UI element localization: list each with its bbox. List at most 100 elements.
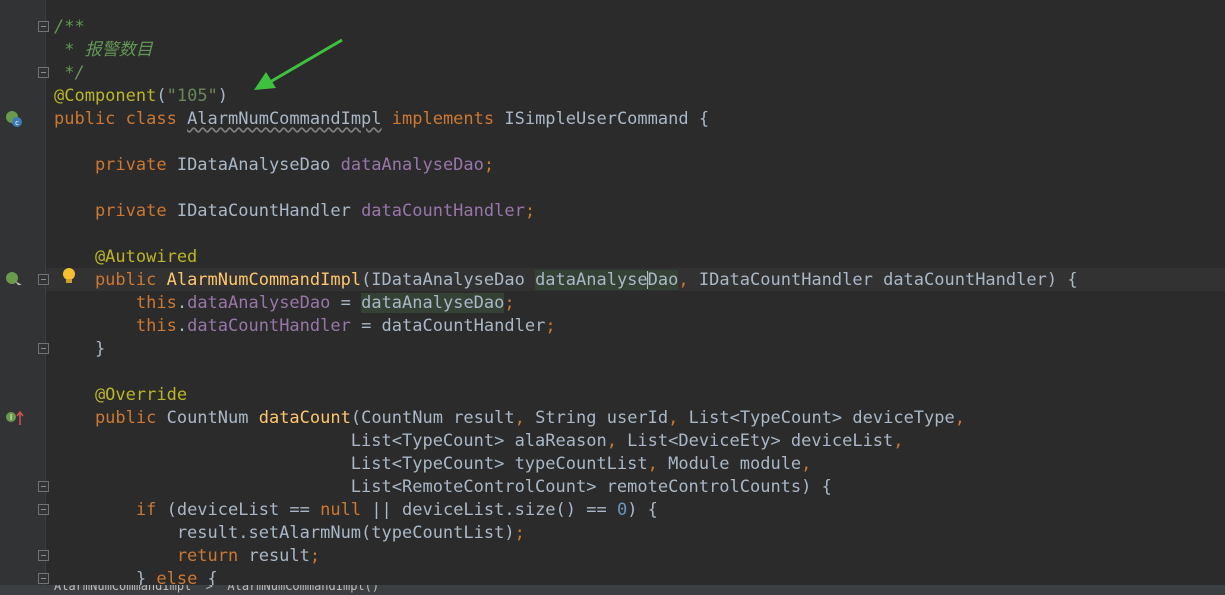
spring-bean-icon[interactable]: c [5, 110, 23, 128]
code-token: dataAnalyseDao [361, 293, 505, 313]
code-token: this [54, 316, 177, 336]
code-token: implements [381, 109, 505, 129]
code-token: AlarmNumCommandImpl [187, 109, 382, 129]
code-token: ; [524, 201, 536, 221]
code-token: (CountNum result [350, 408, 515, 428]
code-token: @Component [54, 86, 157, 106]
code-token: . [176, 316, 188, 336]
code-token: , [514, 408, 536, 428]
breadcrumb[interactable]: AlarmNumCommandImpl > AlarmNumCommandImp… [54, 585, 379, 593]
code-token: @Override [54, 385, 188, 405]
fold-icon[interactable] [38, 343, 49, 354]
code-token: public [54, 270, 167, 290]
code-line[interactable]: List<TypeCount> typeCountList, Module mo… [54, 453, 1225, 476]
code-token: 0 [616, 500, 628, 520]
override-method-icon[interactable]: I [4, 409, 24, 427]
fold-icon[interactable] [38, 573, 49, 584]
code-token: ISimpleUserCommand { [504, 109, 710, 129]
code-token: || deviceList.size() == [371, 500, 617, 520]
code-line[interactable]: private IDataAnalyseDao dataAnalyseDao; [54, 154, 1225, 177]
code-token: ) [217, 86, 229, 106]
code-token: Module module [668, 454, 802, 474]
code-token: public class [54, 109, 188, 129]
code-line[interactable]: this.dataCountHandler = dataCountHandler… [54, 315, 1225, 338]
code-line[interactable]: public CountNum dataCount(CountNum resul… [54, 407, 1225, 430]
code-token: dataAnalyseDao [187, 293, 331, 313]
code-line[interactable]: List<RemoteControlCount> remoteControlCo… [54, 476, 1225, 499]
fold-icon[interactable] [38, 481, 49, 492]
code-token: (deviceList == [166, 500, 321, 520]
code-token: , [647, 454, 669, 474]
fold-icon[interactable] [38, 67, 49, 78]
code-token: dataCount [258, 408, 351, 428]
code-line[interactable]: public class AlarmNumCommandImpl impleme… [54, 108, 1225, 131]
code-line[interactable]: if (deviceList == null || deviceList.siz… [54, 499, 1225, 522]
code-token: return [54, 546, 249, 566]
code-token: ) { [627, 500, 658, 520]
code-line[interactable]: } [54, 338, 1225, 361]
fold-icon[interactable] [38, 504, 49, 515]
code-token: List<TypeCount> typeCountList [54, 454, 648, 474]
code-line[interactable]: List<TypeCount> alaReason, List<DeviceEt… [54, 430, 1225, 453]
code-token: List<DeviceEty> deviceList [627, 431, 894, 451]
code-token: null [320, 500, 372, 520]
code-token: @Autowired [54, 247, 198, 267]
code-line[interactable]: this.dataAnalyseDao = dataAnalyseDao; [54, 292, 1225, 315]
code-token: List<TypeCount> deviceType [688, 408, 955, 428]
code-token: ; [504, 293, 515, 313]
code-token: IDataCountHandler dataCountHandler) { [698, 270, 1078, 290]
code-line[interactable]: result.setAlarmNum(typeCountList); [54, 522, 1225, 545]
code-line[interactable] [54, 177, 1225, 200]
code-line[interactable]: @Component("105") [54, 85, 1225, 108]
code-token: = dataCountHandler [350, 316, 546, 336]
code-line[interactable]: */ [54, 62, 1225, 85]
code-line[interactable]: * 报警数目 [54, 39, 1225, 62]
code-line[interactable] [54, 131, 1225, 154]
code-token: ; [483, 155, 495, 175]
code-line[interactable]: return result; [54, 545, 1225, 568]
code-token: } [54, 339, 106, 359]
code-token: dataCountHandler [187, 316, 351, 336]
code-token: * 报警数目 [54, 40, 153, 60]
code-token: ; [514, 523, 525, 543]
code-token: result [248, 546, 310, 566]
code-token: List<TypeCount> alaReason [54, 431, 607, 451]
code-line[interactable]: /** [54, 16, 1225, 39]
code-token: ; [309, 546, 321, 566]
fold-icon[interactable] [38, 21, 49, 32]
code-token: "105" [166, 86, 218, 106]
code-token: (IDataAnalyseDao [361, 270, 536, 290]
code-token: AlarmNumCommandImpl [166, 270, 362, 290]
code-line[interactable] [54, 361, 1225, 384]
code-token: private [54, 155, 177, 175]
code-token: dataCountHandler [361, 201, 525, 221]
code-token: IDataAnalyseDao [176, 155, 341, 175]
code-token: public [54, 408, 167, 428]
code-token: ; [545, 316, 556, 336]
code-token: CountNum [166, 408, 259, 428]
fold-icon[interactable] [38, 274, 49, 285]
code-token: */ [54, 63, 85, 83]
spring-bean-navigate-icon[interactable] [5, 271, 25, 289]
code-token: , [893, 431, 904, 451]
code-token: . [176, 293, 188, 313]
fold-icon[interactable] [38, 550, 49, 561]
code-token: this [54, 293, 177, 313]
code-token: private [54, 201, 177, 221]
code-line[interactable] [54, 223, 1225, 246]
code-token: , [606, 431, 628, 451]
svg-text:I: I [10, 413, 12, 422]
code-token: , [678, 270, 699, 290]
code-line[interactable]: @Autowired [54, 246, 1225, 269]
code-line[interactable]: public AlarmNumCommandImpl(IDataAnalyseD… [54, 269, 1225, 292]
breadcrumb-bar: AlarmNumCommandImpl > AlarmNumCommandImp… [0, 585, 1225, 595]
code-token: Dao [647, 270, 679, 290]
code-token: , [954, 408, 965, 428]
code-token: if [54, 500, 167, 520]
code-line[interactable]: @Override [54, 384, 1225, 407]
code-token: = [330, 293, 362, 313]
code-area[interactable]: /** * 报警数目 */@Component("105") public cla… [54, 16, 1225, 591]
code-line[interactable]: private IDataCountHandler dataCountHandl… [54, 200, 1225, 223]
annotation-arrow [254, 38, 343, 90]
code-token: dataAnalyse [535, 270, 648, 290]
